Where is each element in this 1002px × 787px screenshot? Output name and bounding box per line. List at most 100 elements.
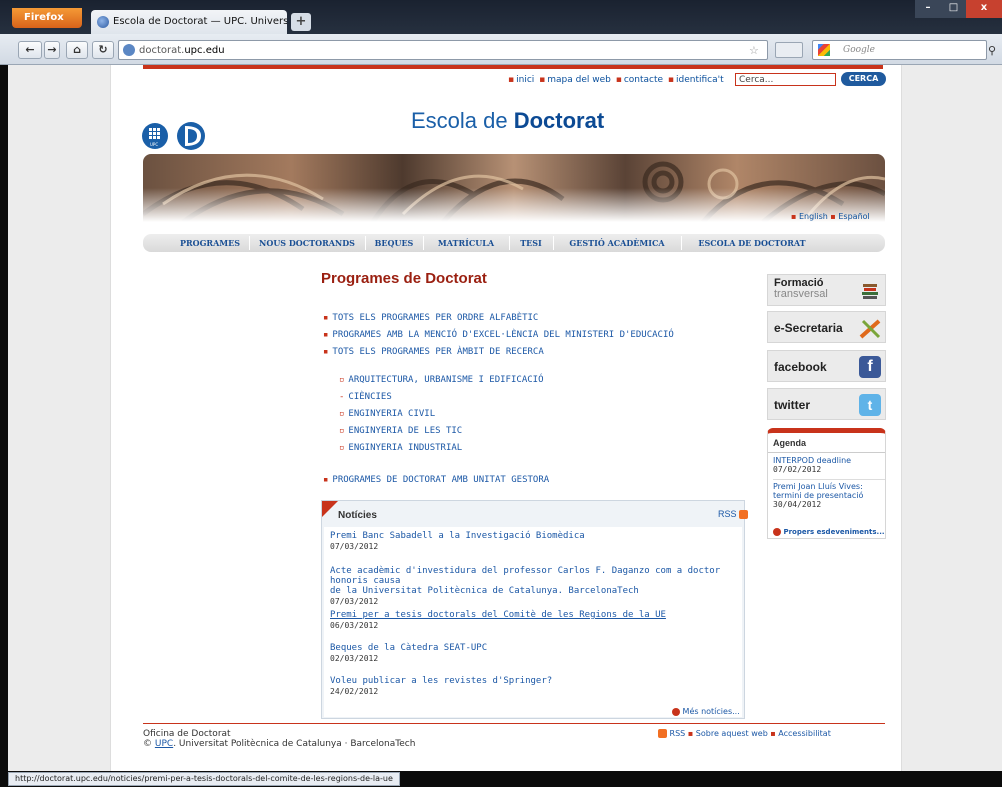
program-link-excelencia[interactable]: PROGRAMES AMB LA MENCIÓ D'EXCEL·LÈNCIA D…	[332, 330, 673, 340]
link-identificat[interactable]: identifica't	[676, 75, 724, 85]
nav-tesi[interactable]: TESI	[511, 234, 551, 252]
title-bar: Firefox Escola de Doctorat — UPC. Univer…	[0, 0, 1002, 34]
news-link[interactable]: Premi per a tesis doctorals del Comitè d…	[330, 610, 738, 620]
list-item[interactable]: ▪ PROGRAMES DE DOCTORAT AMB UNITAT GESTOR…	[323, 475, 549, 485]
search-engine-placeholder: Google	[843, 45, 875, 55]
list-item[interactable]: ▫ ARQUITECTURA, URBANISME I EDIFICACIÓ	[339, 375, 544, 385]
bookmarks-button[interactable]	[775, 42, 803, 58]
utility-links: ▪ inici ▪ mapa del web ▪ contacte ▪ identifi…	[508, 75, 724, 85]
nav-programes[interactable]: PROGRAMES	[173, 234, 247, 252]
link-contacte[interactable]: contacte	[624, 75, 663, 85]
area-link-tic[interactable]: ENGINYERIA DE LES TIC	[348, 426, 462, 436]
area-link-ciencies[interactable]: CIÈNCIES	[348, 392, 391, 402]
list-item[interactable]: ▫ ENGINYERIA CIVIL	[339, 409, 435, 419]
nav-beques[interactable]: BEQUES	[367, 234, 421, 252]
program-link-unitat-gestora[interactable]: PROGRAMES DE DOCTORAT AMB UNITAT GESTORA	[332, 475, 549, 485]
home-icon[interactable]: ⌂	[66, 41, 88, 59]
google-icon[interactable]	[818, 44, 830, 56]
search-icon[interactable]: ⚲	[988, 44, 996, 57]
e-secretaria-label: e-Secretaria	[774, 321, 843, 335]
nav-escola-doctorat[interactable]: ESCOLA DE DOCTORAT	[683, 234, 821, 252]
site-search-input[interactable]: Cerca...	[735, 73, 836, 86]
list-item[interactable]: ▪ TOTS ELS PROGRAMES PER ORDRE ALFABÈTIC	[323, 313, 538, 323]
footer-office: Oficina de Doctorat	[143, 729, 231, 739]
footer-about-link[interactable]: Sobre aquest web	[696, 729, 768, 738]
link-mapa-web[interactable]: mapa del web	[547, 75, 611, 85]
news-rss-link[interactable]: RSS	[718, 509, 749, 520]
nav-gestio-academica[interactable]: GESTIÓ ACADÈMICA	[555, 234, 679, 252]
nav-matricula[interactable]: MATRÍCULA	[425, 234, 507, 252]
search-button[interactable]: CERCA	[841, 72, 886, 86]
agenda-link[interactable]: Premi Joan Lluís Vives:	[773, 482, 885, 491]
list-item: Beques de la Càtedra SEAT-UPC 02/03/2012	[330, 643, 738, 663]
agenda-date: 30/04/2012	[773, 500, 822, 509]
program-link-ambit[interactable]: TOTS ELS PROGRAMES PER ÀMBIT DE RECERCA	[332, 347, 543, 357]
address-bar[interactable]: doctorat.upc.edu ☆	[118, 40, 768, 60]
area-link-arquitectura[interactable]: ARQUITECTURA, URBANISME I EDIFICACIÓ	[348, 375, 543, 385]
news-panel: Notícies RSS Premi Banc Sabadell a la In…	[321, 500, 749, 719]
language-switcher: ▪ English ▪ Español	[791, 212, 870, 221]
new-tab-button[interactable]: +	[291, 13, 311, 31]
agenda-date: 07/02/2012	[773, 465, 822, 474]
news-link[interactable]: Premi Banc Sabadell a la Investigació Bi…	[330, 531, 738, 541]
list-item: INTERPOD deadline 07/02/2012	[773, 456, 885, 474]
e-secretaria-button[interactable]: e-Secretaria	[767, 311, 886, 343]
browser-tab[interactable]: Escola de Doctorat — UPC. Universitat P.…	[91, 10, 287, 34]
agenda-link[interactable]: INTERPOD deadline	[773, 456, 885, 465]
page-body: ▪ inici ▪ mapa del web ▪ contacte ▪ identifi…	[110, 65, 902, 772]
footer-upc-link[interactable]: UPC	[155, 739, 173, 749]
lang-espanol[interactable]: Español	[838, 212, 869, 221]
lang-english[interactable]: English	[799, 212, 828, 221]
url-prefix: doctorat.	[139, 45, 185, 56]
main-navigation: PROGRAMES NOUS DOCTORANDS BEQUES MATRÍCU…	[143, 234, 885, 252]
rss-icon	[739, 510, 749, 520]
maximize-icon[interactable]: □	[941, 0, 966, 18]
forward-button[interactable]: →	[44, 41, 60, 59]
reload-icon[interactable]: ↻	[92, 41, 114, 59]
news-link-line2[interactable]: de la Universitat Politècnica de Catalun…	[330, 586, 738, 596]
rss-icon	[658, 729, 667, 738]
site-title: Escola de Doctorat	[411, 108, 604, 134]
more-news-link[interactable]: Més notícies...	[672, 707, 740, 716]
upc-logo[interactable]: UPC	[141, 117, 215, 155]
svg-text:UPC: UPC	[150, 142, 158, 147]
list-item[interactable]: ▪ PROGRAMES AMB LA MENCIÓ D'EXCEL·LÈNCIA …	[323, 330, 674, 340]
program-link-alfabetic[interactable]: TOTS ELS PROGRAMES PER ORDRE ALFABÈTIC	[332, 313, 538, 323]
site-identity-icon[interactable]	[123, 44, 135, 56]
footer-rss-link[interactable]: RSS	[670, 729, 686, 738]
agenda-title: Agenda	[773, 438, 807, 448]
agenda-link-line2[interactable]: termini de presentació	[773, 491, 885, 500]
agenda-divider	[768, 452, 885, 453]
bookmark-star-icon[interactable]: ☆	[749, 44, 759, 57]
minimize-icon[interactable]: –	[915, 0, 941, 18]
back-button[interactable]: ←	[18, 41, 42, 59]
twitter-button[interactable]: twitter t	[767, 388, 886, 420]
nav-nous-doctorands[interactable]: NOUS DOCTORANDS	[251, 234, 363, 252]
footer-accessibility-link[interactable]: Accessibilitat	[778, 729, 831, 738]
firefox-menu-button[interactable]: Firefox	[12, 8, 82, 28]
formacio-line2: transversal	[774, 288, 828, 300]
upcoming-events-link[interactable]: Propers esdeveniments...	[773, 528, 885, 536]
facebook-button[interactable]: facebook f	[767, 350, 886, 382]
news-link[interactable]: Acte acadèmic d'investidura del professo…	[330, 566, 738, 586]
footer-divider	[143, 723, 885, 724]
area-link-industrial[interactable]: ENGINYERIA INDUSTRIAL	[348, 443, 462, 453]
window-controls: – □ x	[915, 0, 1002, 18]
close-icon[interactable]: x	[966, 0, 1002, 18]
site-title-prefix: Escola de	[411, 108, 514, 133]
news-link[interactable]: Voleu publicar a les revistes d'Springer…	[330, 676, 738, 686]
area-link-civil[interactable]: ENGINYERIA CIVIL	[348, 409, 435, 419]
search-engine-input[interactable]: Google	[812, 40, 987, 60]
plus-circle-icon	[672, 707, 680, 716]
news-date: 06/03/2012	[330, 621, 379, 630]
list-item[interactable]: - CIÈNCIES	[339, 392, 392, 402]
facebook-icon: f	[859, 356, 881, 378]
list-item[interactable]: ▪ TOTS ELS PROGRAMES PER ÀMBIT DE RECERCA	[323, 347, 544, 357]
news-date: 07/03/2012	[330, 542, 379, 551]
status-url: http://doctorat.upc.edu/noticies/premi-p…	[8, 772, 400, 786]
news-link[interactable]: Beques de la Càtedra SEAT-UPC	[330, 643, 738, 653]
list-item[interactable]: ▫ ENGINYERIA INDUSTRIAL	[339, 443, 462, 453]
list-item[interactable]: ▫ ENGINYERIA DE LES TIC	[339, 426, 462, 436]
link-inici[interactable]: inici	[516, 75, 534, 85]
formacio-transversal-button[interactable]: Formació transversal	[767, 274, 886, 306]
